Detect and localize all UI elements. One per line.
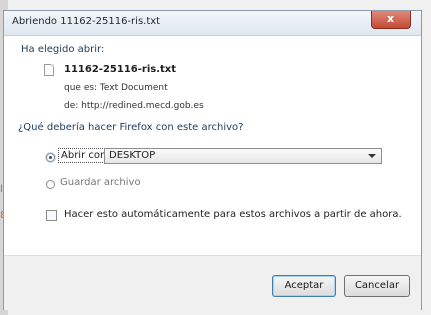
save-file-label[interactable]: Guardar archivo [60, 177, 141, 188]
file-source: de: http://redined.mecd.gob.es [64, 101, 204, 111]
text-file-icon [44, 64, 54, 76]
open-with-dropdown[interactable]: DESKTOP [104, 148, 382, 164]
accept-button[interactable]: Aceptar [272, 275, 336, 297]
file-type: que es: Text Document [64, 83, 168, 93]
save-file-radio[interactable] [46, 180, 55, 189]
dialog-footer: Aceptar Cancelar [4, 255, 421, 310]
file-name: 11162-25116-ris.txt [64, 64, 177, 75]
cancel-button[interactable]: Cancelar [344, 275, 410, 297]
open-with-label[interactable]: Abrir con [58, 148, 110, 163]
dialog-title: Abriendo 11162-25116-ris.txt [12, 16, 161, 27]
close-icon: x [387, 12, 395, 25]
title-bar[interactable]: Abriendo 11162-25116-ris.txt x [4, 11, 421, 36]
auto-action-label[interactable]: Hacer esto automáticamente para estos ar… [64, 209, 402, 220]
auto-action-checkbox[interactable] [46, 210, 57, 221]
chevron-down-icon [368, 154, 376, 158]
open-heading: Ha elegido abrir: [21, 44, 105, 55]
download-dialog: Abriendo 11162-25116-ris.txt x Ha elegid… [3, 10, 422, 310]
dialog-content: Ha elegido abrir: 11162-25116-ris.txt qu… [4, 36, 421, 255]
action-question: ¿Qué debería hacer Firefox con este arch… [18, 122, 244, 133]
open-with-value: DESKTOP [109, 150, 156, 161]
open-with-radio[interactable] [46, 153, 55, 162]
close-button[interactable]: x [371, 11, 411, 29]
